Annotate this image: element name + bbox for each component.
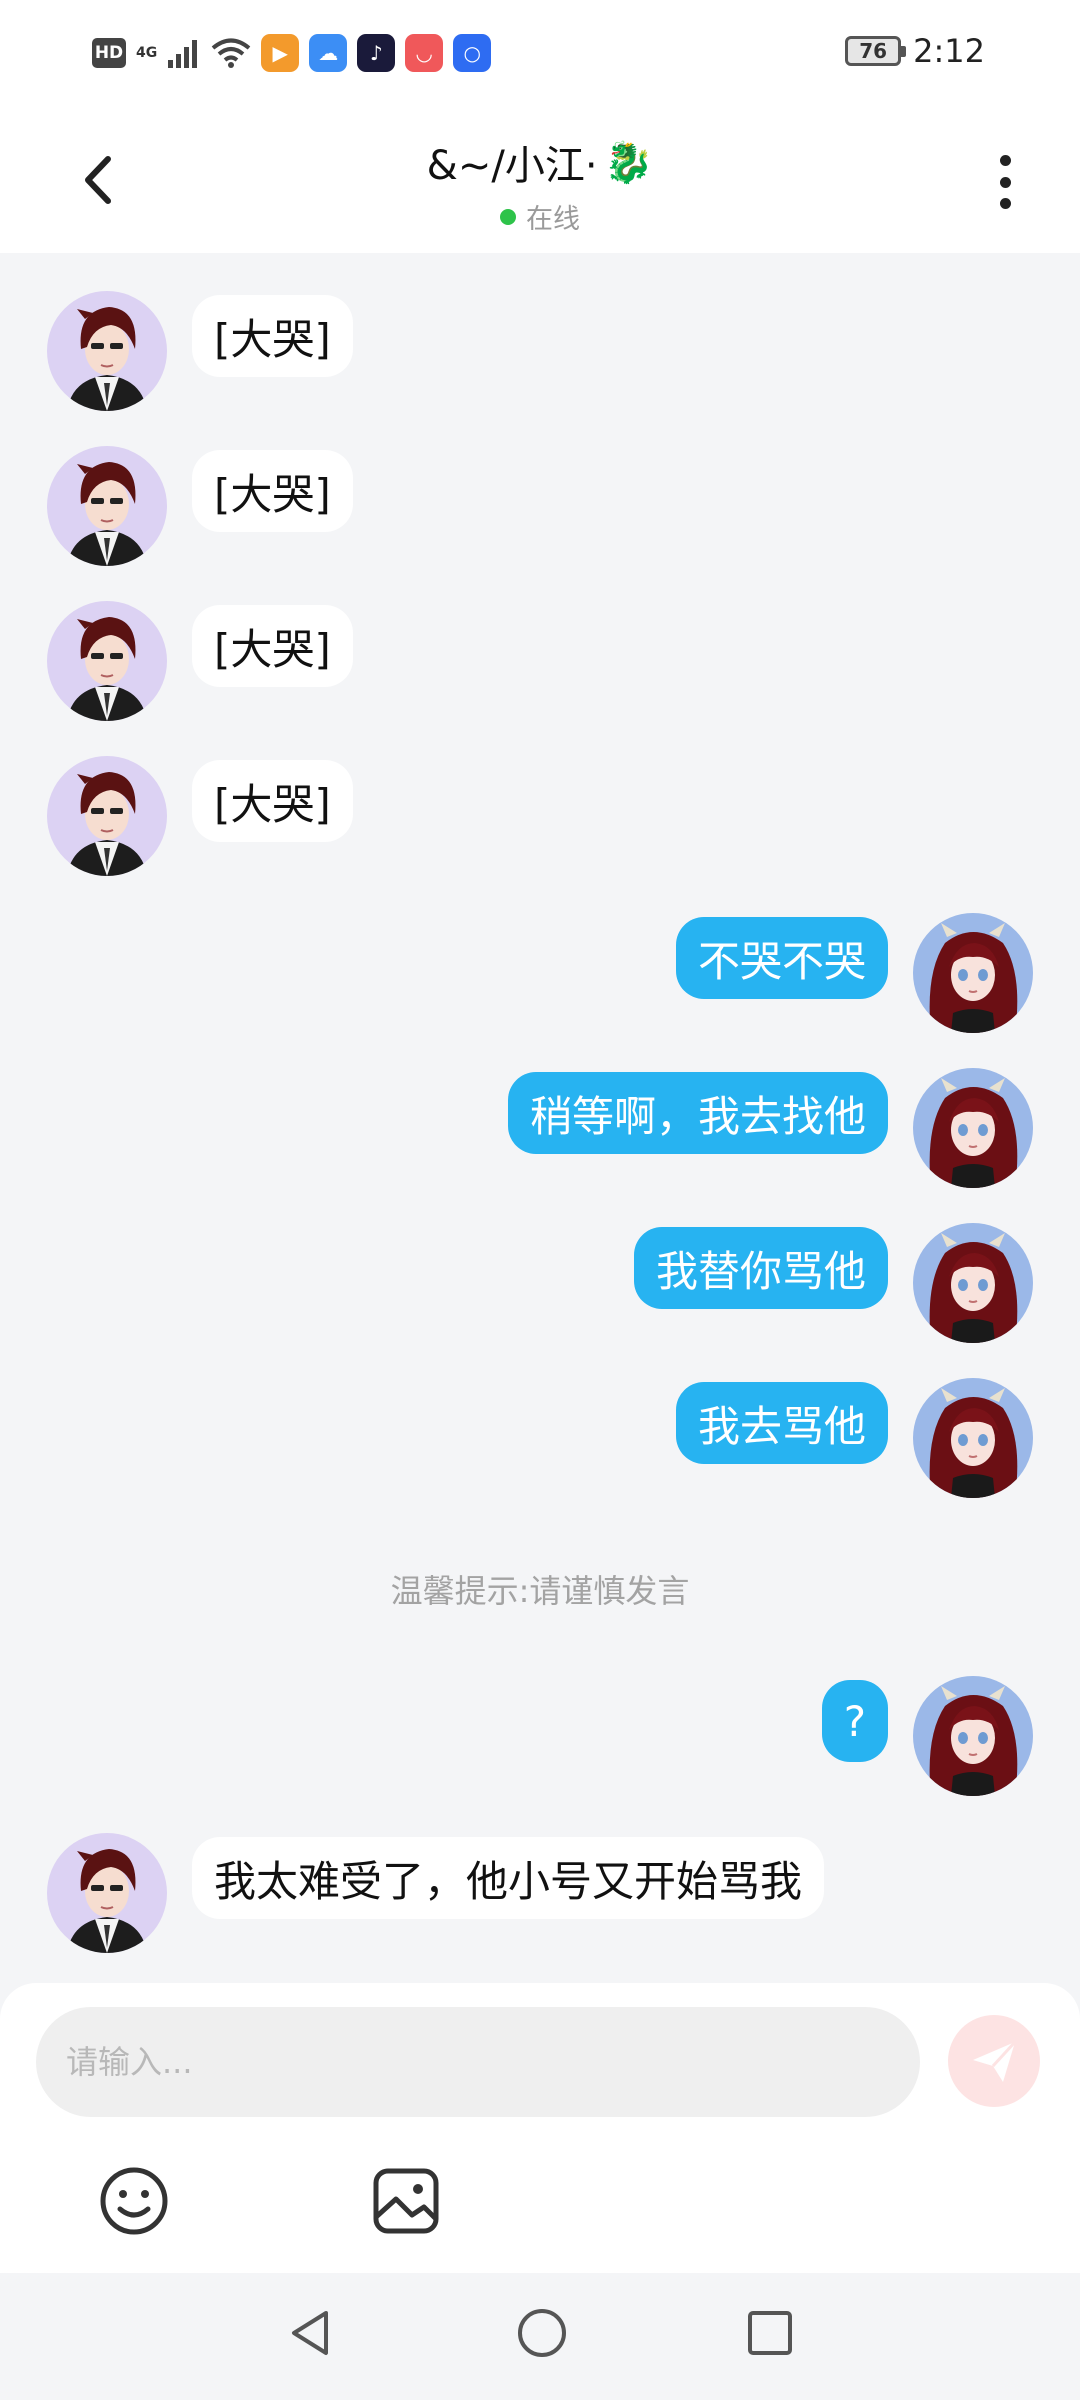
system-nav-bar — [0, 2273, 1080, 2400]
outgoing-message-bubble[interactable]: 我替你骂他 — [633, 1227, 888, 1309]
message-row: [大哭] — [0, 756, 1080, 881]
outgoing-message-bubble[interactable]: 稍等啊，我去找他 — [507, 1072, 888, 1154]
message-row: 我替你骂他 — [0, 1223, 1080, 1348]
battery-icon: 76 — [845, 36, 907, 66]
message-row: 我去骂他 — [0, 1378, 1080, 1503]
emoji-button[interactable] — [96, 2163, 172, 2239]
wifi-icon — [211, 37, 251, 69]
message-row: [大哭] — [0, 446, 1080, 571]
image-picker-button[interactable] — [368, 2163, 444, 2239]
shop-app-icon: ◡ — [405, 34, 444, 72]
incoming-message-bubble[interactable]: [大哭] — [192, 295, 353, 377]
message-row: 稍等啊，我去找他 — [0, 1068, 1080, 1193]
tiktok-app-icon: ♪ — [357, 34, 396, 72]
network-type: 4G — [136, 45, 158, 61]
message-row: 我太难受了，他小号又开始骂我 — [0, 1833, 1080, 1958]
system-notice: 温馨提示:请谨慎发言 — [390, 1572, 690, 1610]
online-dot-icon — [500, 208, 516, 225]
incoming-message-bubble[interactable]: [大哭] — [192, 760, 353, 842]
chat-title: &~/小江· 🐉 — [427, 133, 654, 191]
status-icons: HD 4G ▶ ☁ ♪ ◡ ○ — [92, 34, 492, 72]
nav-home-button[interactable] — [512, 2303, 572, 2363]
message-row: 不哭不哭 — [0, 913, 1080, 1038]
message-list[interactable]: [大哭] [大哭] [大哭] [大哭] 不哭不哭 稍等啊，我去找他 我替你骂他 — [0, 253, 1080, 1983]
clock: 2:12 — [913, 32, 985, 70]
dragon-emoji-icon: 🐉 — [603, 139, 654, 186]
paper-plane-icon — [973, 2040, 1017, 2082]
dot-icon — [999, 198, 1011, 209]
status-bar: HD 4G ▶ ☁ ♪ ◡ ○ 76 2:12 — [0, 0, 1080, 105]
image-icon — [373, 2168, 439, 2234]
more-options-button[interactable] — [990, 147, 1020, 217]
incoming-message-bubble[interactable]: [大哭] — [192, 605, 353, 687]
incoming-message-bubble[interactable]: [大哭] — [192, 450, 353, 532]
outgoing-message-bubble[interactable]: ? — [821, 1680, 888, 1762]
contact-avatar[interactable] — [47, 601, 167, 721]
square-recents-icon — [748, 2311, 792, 2355]
my-avatar[interactable] — [913, 1223, 1033, 1343]
nav-recents-button[interactable] — [740, 2303, 800, 2363]
contact-name: &~/小江· — [426, 143, 598, 189]
outgoing-message-bubble[interactable]: 不哭不哭 — [675, 917, 888, 999]
my-avatar[interactable] — [913, 1068, 1033, 1188]
dot-icon — [999, 155, 1011, 166]
incoming-message-bubble[interactable]: 我太难受了，他小号又开始骂我 — [192, 1837, 825, 1919]
contact-avatar[interactable] — [47, 756, 167, 876]
message-row: ? — [0, 1676, 1080, 1801]
input-panel — [0, 1983, 1080, 2273]
my-avatar[interactable] — [913, 1378, 1033, 1498]
message-input[interactable] — [36, 2007, 920, 2117]
message-row: [大哭] — [0, 601, 1080, 726]
my-avatar[interactable] — [913, 913, 1033, 1033]
bulb-app-icon: ○ — [453, 34, 492, 72]
nav-back-button[interactable] — [280, 2303, 340, 2363]
contact-avatar[interactable] — [47, 446, 167, 566]
smiley-icon — [100, 2167, 168, 2235]
signal-icon — [167, 38, 201, 68]
chat-header: &~/小江· 🐉 在线 — [0, 105, 1080, 253]
send-button[interactable] — [948, 2015, 1040, 2107]
chat-title-block: &~/小江· 🐉 在线 — [0, 133, 1080, 236]
cloud-app-icon: ☁ — [309, 34, 348, 72]
status-right: 76 2:12 — [845, 32, 985, 70]
outgoing-message-bubble[interactable]: 我去骂他 — [675, 1382, 888, 1464]
dot-icon — [999, 176, 1011, 188]
hd-icon: HD — [92, 38, 126, 68]
message-row: [大哭] — [0, 291, 1080, 416]
online-status: 在线 — [500, 197, 580, 236]
triangle-back-icon — [292, 2311, 328, 2355]
online-status-label: 在线 — [526, 204, 580, 235]
circle-home-icon — [518, 2309, 566, 2357]
contact-avatar[interactable] — [47, 291, 167, 411]
video-app-icon: ▶ — [261, 34, 300, 72]
my-avatar[interactable] — [913, 1676, 1033, 1796]
contact-avatar[interactable] — [47, 1833, 167, 1953]
